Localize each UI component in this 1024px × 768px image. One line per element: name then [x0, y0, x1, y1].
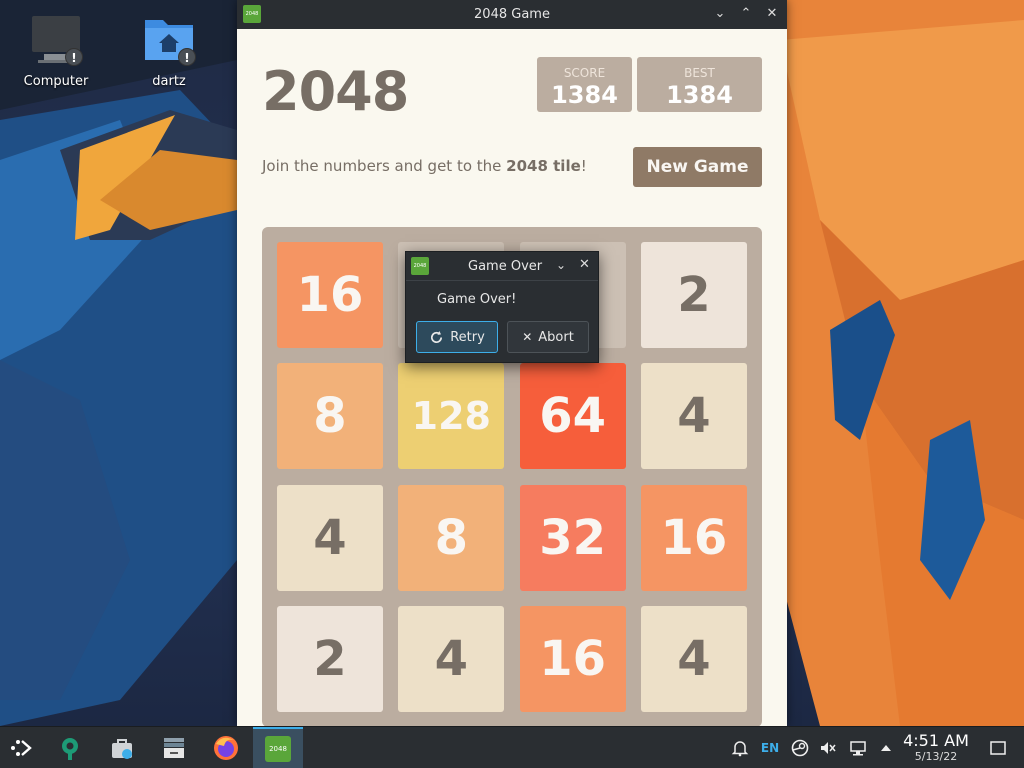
- network-icon[interactable]: [846, 727, 870, 768]
- dialog-title: Game Over: [468, 259, 543, 274]
- dialog-message: Game Over!: [437, 292, 517, 307]
- new-game-button[interactable]: New Game: [633, 147, 762, 187]
- tile: 128: [398, 363, 505, 470]
- taskbar-2048-game-button[interactable]: 2048: [253, 727, 303, 768]
- system-settings-wrench-icon[interactable]: [49, 727, 91, 768]
- game-window: 2048 2048 Game ⌄ ⌃ ✕ 2048 SCORE 1384 BES…: [237, 0, 787, 727]
- intro-suffix: !: [580, 157, 587, 175]
- maximize-chevron-up-icon[interactable]: ⌃: [737, 5, 755, 23]
- notifications-bell-icon[interactable]: [728, 727, 752, 768]
- game-app-icon: 2048: [265, 736, 291, 762]
- clock-time: 4:51 AM: [903, 731, 969, 750]
- tile: 16: [277, 242, 383, 348]
- close-icon[interactable]: ✕: [579, 257, 590, 272]
- retry-button[interactable]: Retry: [416, 321, 498, 353]
- steam-icon[interactable]: [788, 727, 812, 768]
- clock-date: 5/13/22: [914, 750, 958, 763]
- tile: 32: [519, 484, 626, 591]
- show-desktop-icon[interactable]: [986, 727, 1010, 768]
- taskbar: 2048 EN 4:51 AM 5/13/22: [0, 726, 1024, 768]
- file-manager-icon[interactable]: [153, 727, 195, 768]
- intro-text: Join the numbers and get to the 2048 til…: [262, 157, 587, 175]
- game-over-dialog: 2048 Game Over ⌄ ✕ Game Over! Retry ✕ Ab…: [405, 251, 599, 363]
- best-value: 1384: [666, 81, 733, 109]
- tile: 64: [519, 363, 626, 470]
- tile: 8: [277, 363, 383, 470]
- score-value: 1384: [551, 81, 618, 109]
- tile: 16: [640, 484, 747, 591]
- desktop-icon-label: dartz: [152, 74, 186, 89]
- tile: 4: [640, 363, 747, 470]
- window-titlebar[interactable]: 2048 2048 Game ⌄ ⌃ ✕: [237, 0, 787, 29]
- dialog-titlebar[interactable]: 2048 Game Over ⌄ ✕: [406, 252, 598, 281]
- app-icon: 2048: [411, 257, 429, 275]
- refresh-icon: [431, 330, 443, 343]
- application-launcher-icon[interactable]: [0, 727, 42, 768]
- tile: 16: [519, 605, 626, 712]
- best-box: BEST 1384: [637, 57, 762, 112]
- clock[interactable]: 4:51 AM 5/13/22: [896, 731, 976, 763]
- tile: 4: [640, 605, 747, 712]
- tile: 2: [640, 242, 747, 348]
- intro-prefix: Join the numbers and get to the: [262, 157, 507, 175]
- firefox-browser-icon[interactable]: [205, 727, 247, 768]
- tile: 2: [277, 605, 383, 712]
- desktop-icon-dartz[interactable]: ! dartz: [124, 14, 214, 89]
- volume-muted-icon[interactable]: [816, 727, 840, 768]
- abort-button[interactable]: ✕ Abort: [507, 321, 589, 353]
- warning-badge-icon: !: [65, 48, 83, 66]
- desktop-icon-label: Computer: [23, 74, 89, 89]
- tile: 8: [398, 484, 505, 591]
- close-icon[interactable]: ✕: [763, 5, 781, 23]
- tile: 4: [277, 484, 383, 591]
- retry-label: Retry: [450, 329, 485, 345]
- close-icon: ✕: [522, 330, 533, 344]
- keyboard-layout-indicator[interactable]: EN: [758, 727, 782, 768]
- desktop-icon-computer[interactable]: ! Computer: [11, 14, 101, 89]
- best-label: BEST: [684, 66, 715, 80]
- abort-label: Abort: [538, 329, 574, 345]
- game-heading: 2048: [262, 60, 409, 123]
- window-title: 2048 Game: [474, 7, 550, 22]
- score-box: SCORE 1384: [537, 57, 632, 112]
- intro-bold: 2048 tile: [506, 157, 581, 175]
- chevron-down-icon[interactable]: ⌄: [556, 258, 566, 272]
- score-label: SCORE: [563, 66, 606, 80]
- warning-badge-icon: !: [178, 48, 196, 66]
- tile: 4: [398, 605, 505, 712]
- discover-store-bag-icon[interactable]: [101, 727, 143, 768]
- tray-expand-chevron-up-icon[interactable]: [876, 727, 896, 768]
- app-icon: 2048: [243, 5, 261, 23]
- minimize-chevron-down-icon[interactable]: ⌄: [711, 5, 729, 23]
